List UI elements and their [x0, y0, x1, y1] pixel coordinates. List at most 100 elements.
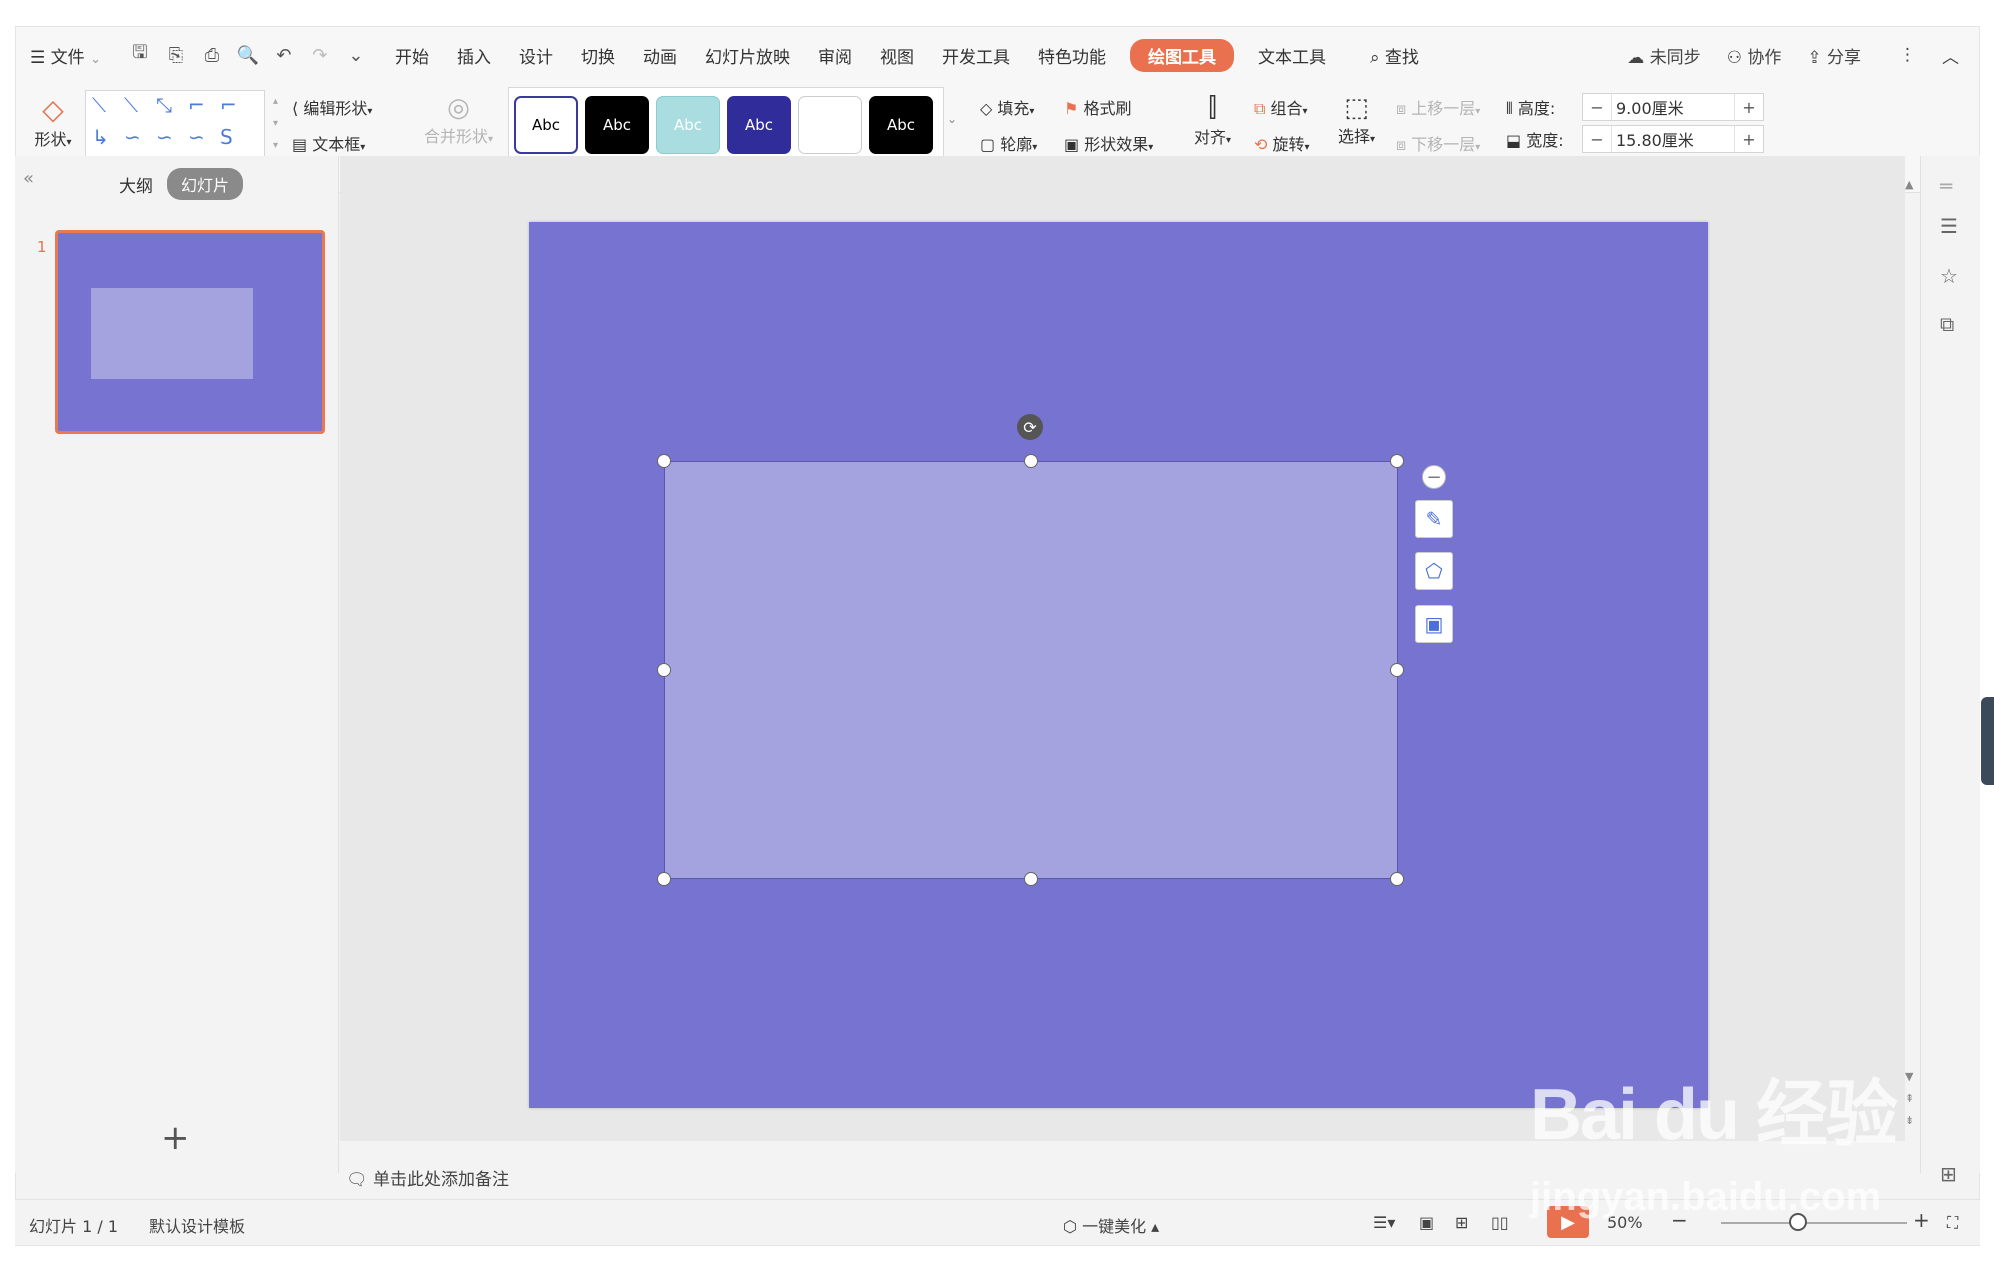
- height-field[interactable]: − 9.00厘米 +: [1582, 93, 1764, 121]
- next-page-icon[interactable]: ⇟: [1905, 1114, 1914, 1127]
- edit-shape-button[interactable]: ⟨ 编辑形状▾: [292, 95, 372, 119]
- search-button[interactable]: ⌕ 查找: [1356, 43, 1433, 68]
- resize-handle-top-right[interactable]: [1390, 454, 1404, 468]
- style-swatch[interactable]: Abc: [727, 96, 791, 154]
- tab-view[interactable]: 视图: [866, 43, 928, 68]
- align-button[interactable]: ⫿ 对齐▾: [1194, 93, 1231, 148]
- tab-special-features[interactable]: 特色功能: [1024, 43, 1120, 68]
- bring-forward-button[interactable]: ⧈ 上移一层▾: [1396, 95, 1480, 119]
- undo-icon[interactable]: ↶: [273, 44, 295, 66]
- resize-handle-left[interactable]: [657, 663, 671, 677]
- tab-design[interactable]: 设计: [505, 43, 567, 68]
- gallery-expand-icon[interactable]: ⌄: [947, 112, 957, 126]
- animation-icon[interactable]: ☆: [1940, 264, 1958, 288]
- share-button[interactable]: ⇪ 分享: [1807, 43, 1861, 68]
- width-value[interactable]: 15.80厘米: [1611, 126, 1735, 152]
- more-options-icon[interactable]: ⋮: [1899, 45, 1916, 65]
- redo-icon[interactable]: ↷: [309, 44, 331, 66]
- template-name[interactable]: 默认设计模板: [149, 1213, 245, 1237]
- rotate-handle-icon[interactable]: ⟳: [1017, 414, 1043, 440]
- shape-button[interactable]: ◇ 形状▾: [28, 93, 78, 150]
- prev-page-icon[interactable]: ⇞: [1905, 1092, 1914, 1105]
- print-icon[interactable]: ⎙: [201, 44, 223, 66]
- fill-bucket-float-icon[interactable]: ⬠: [1415, 552, 1453, 590]
- tab-drawing-tools[interactable]: 绘图工具: [1129, 38, 1234, 72]
- tab-transitions[interactable]: 切换: [567, 43, 629, 68]
- resize-handle-top[interactable]: [1024, 454, 1038, 468]
- resize-handle-right[interactable]: [1390, 663, 1404, 677]
- double-arrow-line-icon[interactable]: ⤡: [156, 93, 172, 117]
- style-swatch[interactable]: [798, 96, 862, 154]
- tab-slideshow[interactable]: 幻灯片放映: [691, 43, 804, 68]
- group-button[interactable]: ⧉ 组合▾: [1254, 95, 1308, 119]
- format-painter-icon[interactable]: ⎘: [165, 44, 187, 66]
- slide-sorter-icon[interactable]: ⊞: [1455, 1213, 1468, 1232]
- outline-button[interactable]: ▢ 轮廓▾: [980, 131, 1037, 155]
- sync-button[interactable]: ☁ 未同步: [1627, 43, 1700, 68]
- notes-area[interactable]: 🗨 单击此处添加备注: [346, 1165, 509, 1190]
- save-icon[interactable]: 🖫: [129, 42, 151, 66]
- send-backward-button[interactable]: ⧈ 下移一层▾: [1396, 131, 1480, 155]
- curved-connector-icon[interactable]: ∽: [124, 125, 141, 149]
- tab-slides[interactable]: 幻灯片: [167, 168, 244, 200]
- scroll-down-icon[interactable]: ▼: [1905, 1070, 1913, 1083]
- properties-icon[interactable]: ☰: [1940, 214, 1958, 238]
- collapse-float-toolbar-icon[interactable]: −: [1422, 465, 1446, 489]
- file-menu[interactable]: ☰ 文件 ⌄: [16, 43, 115, 68]
- line-icon[interactable]: ⟍: [92, 93, 106, 117]
- grid-apps-icon[interactable]: ⊞: [1940, 1162, 1957, 1186]
- add-slide-button[interactable]: +: [161, 1118, 190, 1158]
- resize-handle-bottom-right[interactable]: [1390, 872, 1404, 886]
- transition-icon[interactable]: ⧉: [1940, 312, 1954, 336]
- rotate-button[interactable]: ⟲ 旋转▾: [1254, 131, 1310, 155]
- zoom-slider[interactable]: [1721, 1222, 1907, 1224]
- reading-view-icon[interactable]: ▯▯: [1491, 1213, 1509, 1232]
- elbow-arrow-icon[interactable]: ⌐: [220, 93, 237, 117]
- tab-text-tools[interactable]: 文本工具: [1244, 43, 1340, 68]
- resize-handle-bottom[interactable]: [1024, 872, 1038, 886]
- width-field[interactable]: − 15.80厘米 +: [1582, 125, 1764, 153]
- normal-view-icon[interactable]: ▣: [1419, 1213, 1434, 1232]
- line-gallery[interactable]: ⟍ ⟍ ⤡ ⌐ ⌐ ↳ ∽ ∽ ∽ S ▴ ▾ ▾: [85, 90, 278, 160]
- side-drawer-tab[interactable]: [1981, 697, 1994, 785]
- selected-rectangle-shape[interactable]: [664, 461, 1398, 879]
- width-increase-button[interactable]: +: [1735, 130, 1763, 149]
- tab-review[interactable]: 审阅: [804, 43, 866, 68]
- outline-float-icon[interactable]: ▣: [1415, 605, 1453, 643]
- print-preview-icon[interactable]: 🔍: [237, 44, 259, 66]
- freeform-curve-icon[interactable]: S: [220, 125, 233, 149]
- tab-developer[interactable]: 开发工具: [928, 43, 1024, 68]
- tab-animations[interactable]: 动画: [629, 43, 691, 68]
- fill-button[interactable]: ◇ 填充▾: [980, 95, 1034, 119]
- tab-outline[interactable]: 大纲: [119, 172, 153, 197]
- slide-thumbnail[interactable]: [55, 230, 325, 434]
- style-swatch[interactable]: Abc: [585, 96, 649, 154]
- tab-insert[interactable]: 插入: [443, 43, 505, 68]
- tab-home[interactable]: 开始: [381, 43, 443, 68]
- style-swatch[interactable]: Abc: [514, 96, 578, 154]
- format-painter-button[interactable]: ⚑ 格式刷: [1064, 95, 1131, 119]
- curved-double-arrow-icon[interactable]: ∽: [188, 125, 205, 149]
- collapse-panel-icon[interactable]: «: [23, 168, 34, 189]
- notes-toggle-icon[interactable]: ☰▾: [1373, 1213, 1395, 1232]
- vertical-scrollbar[interactable]: ▲ ▼ ⇞ ⇟: [1905, 178, 1915, 1138]
- fit-window-icon[interactable]: ⛶: [1947, 1213, 1958, 1233]
- curved-arrow-icon[interactable]: ∽: [156, 125, 173, 149]
- textbox-button[interactable]: ▤ 文本框▾: [292, 131, 365, 155]
- elbow-connector-icon[interactable]: ⌐: [188, 93, 205, 117]
- resize-handle-top-left[interactable]: [657, 454, 671, 468]
- style-swatch[interactable]: Abc: [869, 96, 933, 154]
- height-increase-button[interactable]: +: [1735, 98, 1763, 117]
- elbow-double-arrow-icon[interactable]: ↳: [92, 125, 109, 149]
- scroll-up-icon[interactable]: ▲: [1905, 178, 1913, 191]
- height-decrease-button[interactable]: −: [1583, 98, 1611, 117]
- edit-shape-pen-icon[interactable]: ✎: [1415, 500, 1453, 538]
- style-swatch[interactable]: Abc: [656, 96, 720, 154]
- resize-handle-bottom-left[interactable]: [657, 872, 671, 886]
- width-decrease-button[interactable]: −: [1583, 130, 1611, 149]
- zoom-in-button[interactable]: +: [1913, 1208, 1930, 1232]
- customize-toolbar-icon[interactable]: ⌄: [345, 44, 367, 66]
- arrow-line-icon[interactable]: ⟍: [124, 93, 138, 117]
- collab-button[interactable]: ⚇ 协作: [1727, 43, 1782, 68]
- height-value[interactable]: 9.00厘米: [1611, 94, 1735, 120]
